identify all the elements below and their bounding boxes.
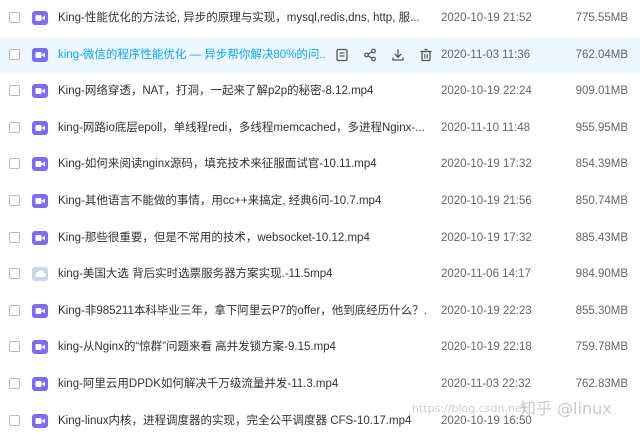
- file-size: 909.01MB: [575, 85, 628, 98]
- video-icon: [32, 47, 48, 63]
- row-checkbox[interactable]: [9, 268, 20, 280]
- file-name[interactable]: king-从Nginx的“惊群”问题来看 高并发锁方案-9.15.mp4: [58, 329, 336, 365]
- file-size: 775.55MB: [575, 12, 628, 24]
- file-name[interactable]: king-阿里云用DPDK如何解决千万级流量并发-11.3.mp4: [58, 366, 338, 402]
- file-date: 2020-10-19 17:32: [441, 231, 532, 244]
- row-checkbox[interactable]: [9, 12, 20, 23]
- file-size: 850.74MB: [575, 195, 628, 207]
- row-checkbox[interactable]: [9, 304, 20, 316]
- file-date: 2020-10-19 22:23: [441, 304, 532, 317]
- video-icon: [32, 339, 48, 355]
- row-checkbox[interactable]: [9, 378, 20, 389]
- row-checkbox[interactable]: [9, 48, 20, 60]
- file-date: 2020-10-19 16:50: [441, 414, 532, 427]
- file-row[interactable]: King-网络穿透，NAT，打洞，一起来了解p2p的秘密-8.12.mp4 202…: [0, 73, 640, 109]
- file-date: 2020-10-19 21:56: [441, 195, 532, 207]
- video-icon: [32, 230, 48, 246]
- file-size: 984.90MB: [575, 268, 628, 281]
- row-checkbox[interactable]: [9, 85, 20, 97]
- file-size: 759.78MB: [575, 341, 628, 354]
- file-date: 2020-11-06 14:17: [441, 268, 531, 281]
- file-name[interactable]: King-性能优化的方法论, 异步的原理与实现，mysql,redis,dns,…: [58, 0, 420, 36]
- row-checkbox[interactable]: [9, 158, 20, 170]
- file-size: 855.30MB: [575, 304, 628, 317]
- row-checkbox[interactable]: [9, 121, 20, 133]
- file-row[interactable]: King-linux内核，进程调度器的实现，完全公平调度器 CFS-10.17.…: [0, 403, 640, 439]
- video-icon: [32, 156, 48, 172]
- share-icon[interactable]: [361, 46, 379, 64]
- file-name[interactable]: king-美国大选 背后实时选票服务器方案实现.-11.5mp4: [58, 256, 333, 292]
- row-checkbox[interactable]: [9, 195, 20, 206]
- file-row[interactable]: King-其他语言不能做的事情，用cc++来搞定, 经典6问-10.7.mp4 2…: [0, 183, 640, 219]
- file-name[interactable]: King-linux内核，进程调度器的实现，完全公平调度器 CFS-10.17.…: [58, 403, 411, 439]
- file-row[interactable]: King-如何来阅读nginx源码，填充技术来征服面试官-10.11.mp4 20…: [0, 146, 640, 182]
- file-name[interactable]: king-微信的程序性能优化 — 异步帮你解决80%的问...: [58, 37, 326, 73]
- file-size: 885.43MB: [575, 231, 628, 244]
- cloud-file-icon: [32, 266, 48, 282]
- notes-icon[interactable]: [333, 46, 351, 64]
- file-row[interactable]: king-从Nginx的“惊群”问题来看 高并发锁方案-9.15.mp4 2020…: [0, 329, 640, 365]
- video-icon: [32, 303, 48, 319]
- file-name[interactable]: king-网路io底层epoll，单线程redi，多线程memcached，多进…: [58, 110, 425, 146]
- file-size: 762.04MB: [575, 48, 628, 61]
- file-date: 2020-10-19 21:52: [441, 12, 532, 24]
- download-icon[interactable]: [389, 46, 407, 64]
- video-icon: [32, 120, 48, 136]
- file-row[interactable]: king-网路io底层epoll，单线程redi，多线程memcached，多进…: [0, 110, 640, 146]
- delete-icon[interactable]: [417, 46, 435, 64]
- video-icon: [32, 413, 48, 429]
- file-name[interactable]: King-那些很重要，但是不常用的技术，websocket-10.12.mp4: [58, 220, 370, 256]
- file-size: 854.39MB: [575, 158, 628, 171]
- video-icon: [32, 83, 48, 99]
- file-row[interactable]: king-微信的程序性能优化 — 异步帮你解决80%的问... 2020-11-0…: [0, 36, 640, 73]
- video-icon: [32, 10, 48, 26]
- file-list: King-性能优化的方法论, 异步的原理与实现，mysql,redis,dns,…: [0, 0, 640, 429]
- file-row[interactable]: King-非985211本科毕业三年，拿下阿里云P7的offer，他到底经历什么…: [0, 293, 640, 329]
- file-name[interactable]: King-网络穿透，NAT，打洞，一起来了解p2p的秘密-8.12.mp4: [58, 73, 373, 109]
- file-date: 2020-10-19 17:32: [441, 158, 532, 171]
- video-icon: [32, 193, 48, 209]
- file-date: 2020-11-03 22:32: [441, 378, 531, 390]
- file-row[interactable]: King-那些很重要，但是不常用的技术，websocket-10.12.mp4 2…: [0, 220, 640, 256]
- file-row[interactable]: king-美国大选 背后实时选票服务器方案实现.-11.5mp4 2020-11-…: [0, 256, 640, 292]
- file-name[interactable]: King-非985211本科毕业三年，拿下阿里云P7的offer，他到底经历什么…: [58, 293, 428, 329]
- file-row[interactable]: King-性能优化的方法论, 异步的原理与实现，mysql,redis,dns,…: [0, 0, 640, 36]
- row-checkbox[interactable]: [9, 414, 20, 426]
- file-name[interactable]: King-其他语言不能做的事情，用cc++来搞定, 经典6问-10.7.mp4: [58, 183, 381, 219]
- row-checkbox[interactable]: [9, 231, 20, 243]
- file-date: 2020-11-03 11:36: [441, 48, 531, 61]
- file-size: 762.83MB: [575, 378, 628, 390]
- video-icon: [32, 376, 48, 392]
- row-actions: [333, 46, 435, 64]
- file-size: 955.95MB: [575, 121, 628, 134]
- file-row[interactable]: king-阿里云用DPDK如何解决千万级流量并发-11.3.mp4 2020-11…: [0, 366, 640, 402]
- file-name[interactable]: King-如何来阅读nginx源码，填充技术来征服面试官-10.11.mp4: [58, 146, 377, 182]
- file-date: 2020-10-19 22:18: [441, 341, 532, 354]
- file-date: 2020-11-10 11:48: [441, 121, 531, 134]
- file-date: 2020-10-19 22:24: [441, 85, 532, 98]
- row-checkbox[interactable]: [9, 341, 20, 353]
